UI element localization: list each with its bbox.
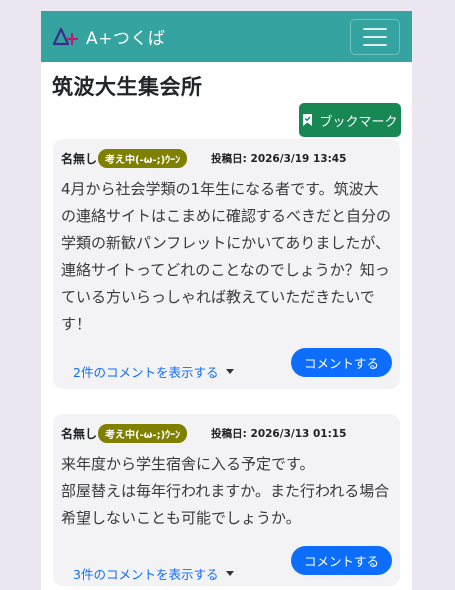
a-plus-logo-icon: [53, 27, 79, 45]
page-title: 筑波大生集会所: [52, 75, 203, 99]
navbar: A+つくば: [41, 11, 412, 62]
bookmark-button[interactable]: ブックマーク: [299, 103, 401, 137]
brand-text: A+つくば: [86, 29, 166, 49]
post-meta: 名無し 考え中(-ω-;)ｳｰﾝ 投稿日: 2026/3/13 01:15: [61, 424, 346, 443]
comment-button[interactable]: コメントする: [291, 348, 392, 377]
post-card: 名無し 考え中(-ω-;)ｳｰﾝ 投稿日: 2026/3/13 01:15 来年…: [53, 414, 400, 586]
caret-down-icon: [226, 369, 235, 374]
brand-link[interactable]: A+つくば: [53, 24, 165, 49]
app-window: A+つくば 筑波大生集会所 ブックマーク 名無し 考え中(-ω-;)ｳｰﾝ 投稿…: [41, 11, 412, 590]
post-body: 来年度から学生宿舎に入る予定です。 部屋替えは毎年行われますか。また行われる場合…: [61, 455, 390, 527]
post-author: 名無し: [61, 427, 98, 441]
caret-down-icon: [226, 571, 235, 576]
bookmark-label: ブックマーク: [319, 114, 398, 130]
hamburger-menu-icon[interactable]: [350, 19, 400, 55]
show-comments-toggle[interactable]: 2件のコメントを表示する: [73, 362, 235, 381]
show-comments-label: 2件のコメントを表示する: [73, 365, 219, 380]
post-date: 投稿日: 2026/3/13 01:15: [211, 428, 347, 440]
bookmark-icon: [303, 114, 313, 126]
post-meta: 名無し 考え中(-ω-;)ｳｰﾝ 投稿日: 2026/3/19 13:45: [61, 149, 346, 168]
post-date: 投稿日: 2026/3/19 13:45: [211, 153, 347, 165]
post-card: 名無し 考え中(-ω-;)ｳｰﾝ 投稿日: 2026/3/19 13:45 4月…: [53, 139, 400, 389]
comment-button[interactable]: コメントする: [291, 546, 392, 575]
post-author: 名無し: [61, 152, 98, 166]
show-comments-toggle[interactable]: 3件のコメントを表示する: [73, 564, 235, 583]
show-comments-label: 3件のコメントを表示する: [73, 567, 219, 582]
post-body: 4月から社会学類の1年生になる者です。筑波大の連絡サイトはこまめに確認するべきだ…: [61, 180, 392, 333]
status-badge: 考え中(-ω-;)ｳｰﾝ: [98, 149, 188, 168]
status-badge: 考え中(-ω-;)ｳｰﾝ: [98, 424, 188, 443]
